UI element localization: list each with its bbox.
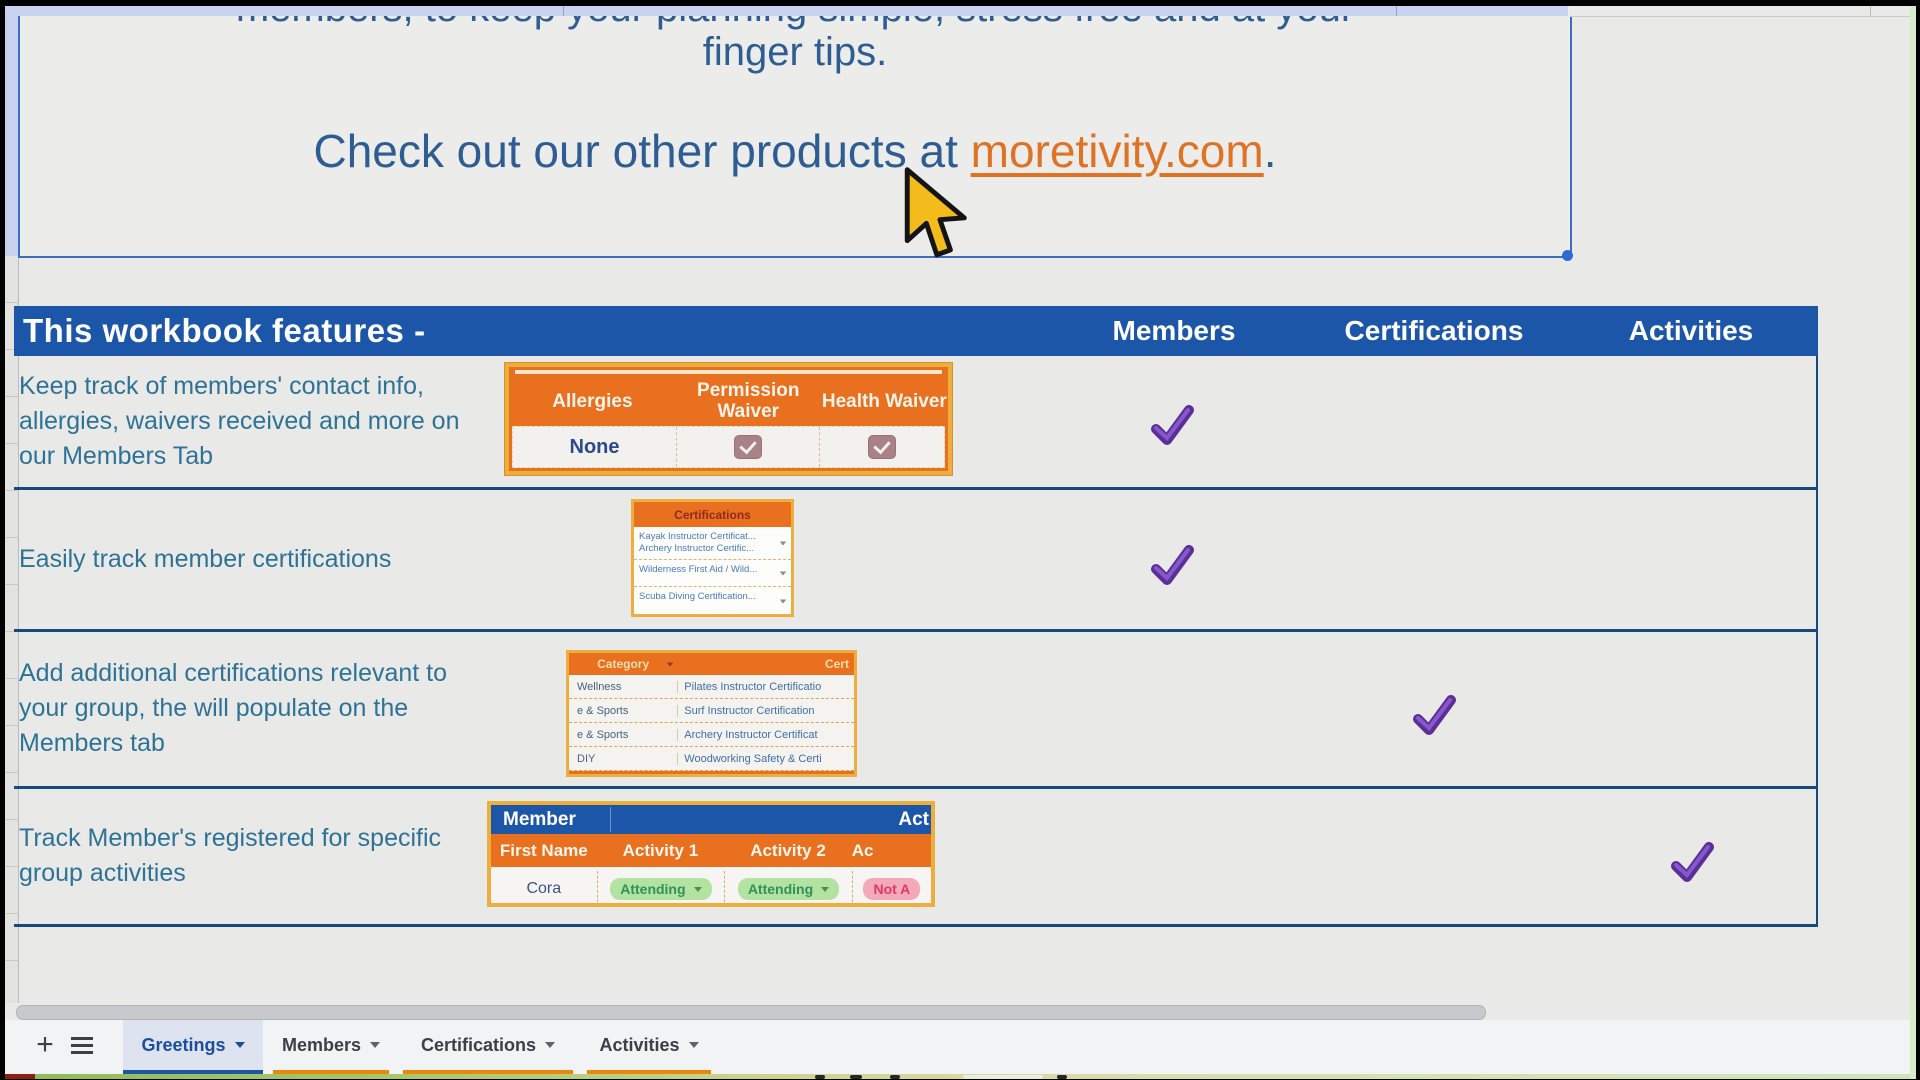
allergies-value: None <box>570 436 620 459</box>
check-icon-members-row1 <box>1148 403 1196 447</box>
dropdown-arrow-icon <box>780 572 786 576</box>
attending-pill: Attending <box>610 878 711 900</box>
cert-entry-line: Scuba Diving Certification... <box>639 591 788 603</box>
features-header-bar: This workbook features - Members Certifi… <box>14 306 1818 356</box>
cta-prefix: Check out our other products at <box>314 125 971 177</box>
feature-desc-1: Keep track of members' contact info, all… <box>19 369 479 474</box>
greeting-line-fingertips: finger tips. <box>20 30 1570 75</box>
row-header-strip-selected <box>5 6 19 256</box>
category-cell: e & Sports <box>569 729 677 741</box>
moretivity-link[interactable]: moretivity.com <box>971 125 1264 177</box>
column-header-certifications: Certifications <box>1314 306 1554 356</box>
video-frame-edge <box>1910 6 1916 1079</box>
card-accent-line <box>515 370 942 374</box>
tab-menu-caret-icon <box>545 1042 555 1048</box>
member-group-header: Member <box>503 805 576 834</box>
certification-cell: Archery Instructor Certificat <box>677 729 854 741</box>
sheet-tab-certifications[interactable]: Certifications <box>403 1020 573 1074</box>
bottom-video-strip <box>5 1074 1910 1079</box>
categories-table-image[interactable]: Category Cert Wellness Pilates Instructo… <box>566 650 857 777</box>
sheet-tab-bar: + Greetings Members Certifications Activ… <box>5 1020 1910 1074</box>
check-icon-members-row2 <box>1148 543 1196 587</box>
allergies-col-header: Allergies <box>509 375 676 427</box>
gridline-tick <box>563 6 564 16</box>
feature-desc-2: Easily track member certifications <box>19 542 479 577</box>
category-col-header: Category <box>569 657 677 671</box>
allergies-table-image[interactable]: Allergies Permission Waiver Health Waive… <box>505 363 952 475</box>
health-waiver-col-header: Health Waiver <box>821 375 948 427</box>
add-sheet-button[interactable]: + <box>27 1028 63 1064</box>
dropdown-arrow-icon <box>780 599 786 603</box>
certifications-list-image[interactable]: Certifications Kayak Instructor Certific… <box>631 499 794 617</box>
horizontal-scrollbar-thumb[interactable] <box>16 1005 1486 1020</box>
video-control-fragment <box>963 1075 1043 1079</box>
check-icon-activities-row4 <box>1668 840 1716 884</box>
attending-pill: Attending <box>738 878 839 900</box>
sheet-tab-activities[interactable]: Activities <box>587 1020 711 1074</box>
bottom-left-red-block <box>5 1074 35 1079</box>
cta-suffix: . <box>1264 125 1277 177</box>
mouse-cursor-icon <box>898 166 972 266</box>
tab-label: Greetings <box>141 1035 225 1056</box>
greeting-cell[interactable]: members, to keep your planning simple, s… <box>18 6 1572 258</box>
certification-col-header: Cert <box>677 657 854 671</box>
features-title: This workbook features - <box>23 306 426 356</box>
feature-desc-4: Track Member's registered for specific g… <box>19 821 479 891</box>
header-divider <box>610 807 611 832</box>
selection-handle-dot[interactable] <box>1562 250 1573 261</box>
certification-cell: Pilates Instructor Certificatio <box>677 681 854 693</box>
certification-cell: Surf Instructor Certification <box>677 705 854 717</box>
sheet-tab-members[interactable]: Members <box>273 1020 389 1074</box>
category-cell: e & Sports <box>569 705 677 717</box>
activities-table-image[interactable]: Member Act First Name Activity 1 Activit… <box>487 801 935 907</box>
first-name-col-header: First Name <box>491 841 597 861</box>
health-waiver-checkbox <box>868 435 896 459</box>
cert-entry-line: Wilderness First Aid / Wild... <box>639 564 788 576</box>
tab-label: Certifications <box>421 1035 536 1056</box>
video-control-fragment <box>850 1075 862 1079</box>
certifications-card-title: Certifications <box>634 502 791 527</box>
spreadsheet-canvas: members, to keep your planning simple, s… <box>5 6 1910 1079</box>
tab-label: Members <box>282 1035 361 1056</box>
tab-menu-caret-icon <box>370 1042 380 1048</box>
sheet-tab-greetings[interactable]: Greetings <box>123 1020 263 1074</box>
activity2-col-header: Activity 2 <box>724 841 852 861</box>
dropdown-arrow-icon <box>780 542 786 546</box>
certification-cell: Woodworking Safety & Certi <box>677 753 854 765</box>
tab-menu-caret-icon <box>235 1042 245 1048</box>
column-header-members: Members <box>1074 306 1274 356</box>
dropdown-arrow-icon <box>667 663 673 667</box>
permission-waiver-col-header: Permission Waiver <box>676 375 821 427</box>
dropdown-arrow-icon <box>694 887 702 892</box>
not-attending-pill-clipped: Not A <box>863 878 920 900</box>
column-header-activities: Activities <box>1591 306 1791 356</box>
cert-entry-line: Kayak Instructor Certificat... <box>639 531 788 543</box>
cert-entry-line: Archery Instructor Certific... <box>639 543 788 555</box>
activity1-col-header: Activity 1 <box>597 841 725 861</box>
video-control-fragment <box>815 1075 825 1079</box>
grid-area-top-right <box>1570 6 1910 17</box>
greeting-cta-line: Check out our other products at moretivi… <box>20 124 1570 178</box>
permission-waiver-checkbox <box>734 435 762 459</box>
category-cell: Wellness <box>569 681 677 693</box>
activity3-col-header-clipped: Ac <box>852 841 931 861</box>
category-cell: DIY <box>569 753 677 765</box>
video-control-fragment <box>1057 1075 1067 1079</box>
video-control-fragment <box>890 1075 900 1079</box>
member-name-cell: Cora <box>491 871 597 907</box>
tab-label: Activities <box>599 1035 679 1056</box>
clipped-row-above <box>18 6 1568 16</box>
gridline-tick <box>1396 6 1397 16</box>
activities-group-header-clipped: Act <box>898 805 929 834</box>
dropdown-arrow-icon <box>821 887 829 892</box>
tab-menu-caret-icon <box>689 1042 699 1048</box>
feature-desc-3: Add additional certifications relevant t… <box>19 656 479 761</box>
check-icon-certifications-row3 <box>1410 693 1458 737</box>
all-sheets-menu-button[interactable] <box>71 1037 93 1055</box>
gridline-tick <box>1870 6 1871 16</box>
